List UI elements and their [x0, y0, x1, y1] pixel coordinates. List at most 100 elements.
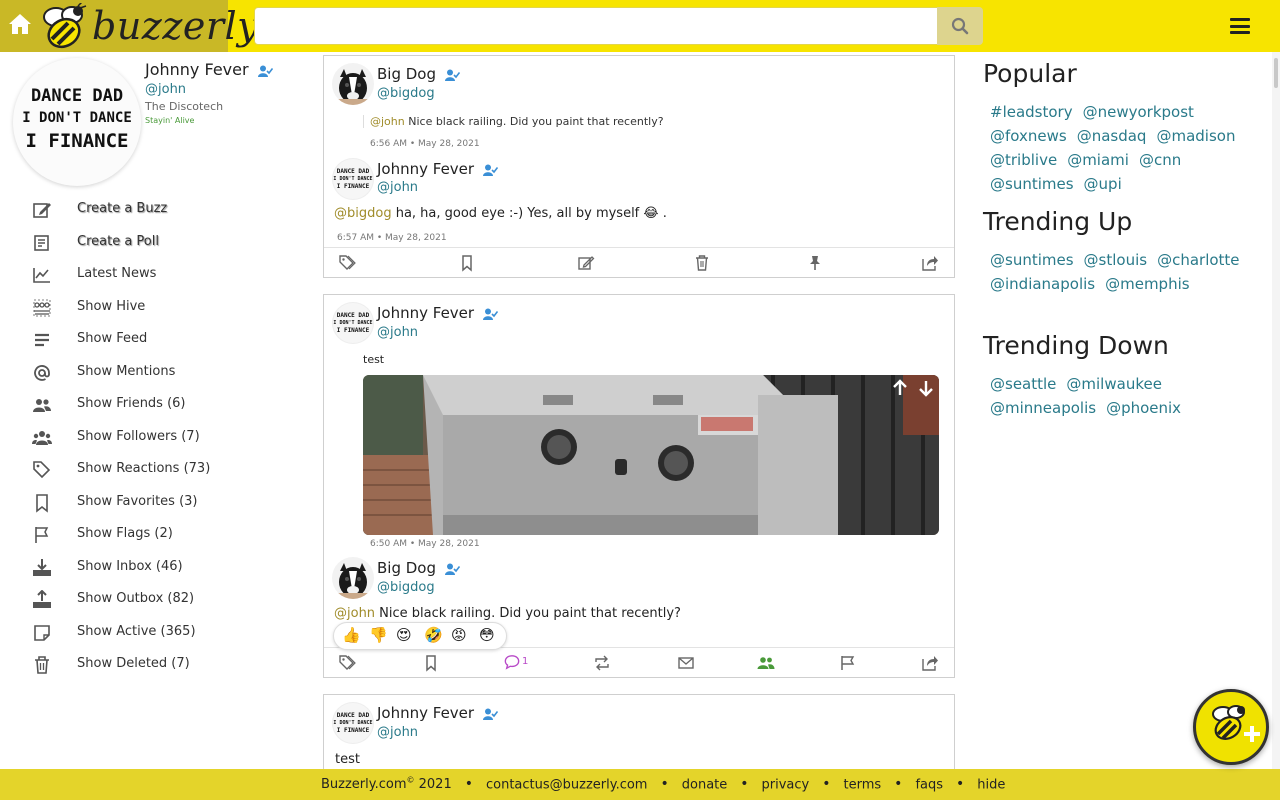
author-handle[interactable]: @john: [377, 725, 418, 740]
sidebar-item-create-buzz[interactable]: Create a Buzz: [30, 196, 290, 229]
footer-link-faqs[interactable]: faqs: [915, 777, 943, 792]
flag-icon[interactable]: [839, 654, 857, 672]
author-name-row[interactable]: Big Dog: [377, 65, 460, 83]
edit-icon[interactable]: [577, 254, 595, 272]
bee-logo-icon[interactable]: [38, 3, 90, 51]
author-name[interactable]: Johnny Fever: [377, 704, 474, 722]
tag-link[interactable]: @newyorkpost: [1083, 100, 1194, 124]
sidebar-item-show-favorites[interactable]: Show Favorites (3): [30, 489, 290, 522]
tag-link[interactable]: @seattle: [990, 372, 1056, 396]
share-icon[interactable]: [921, 254, 939, 272]
hamburger-menu-icon[interactable]: [1230, 18, 1250, 34]
post-image[interactable]: [363, 375, 939, 535]
sidebar-item-show-friends[interactable]: Show Friends (6): [30, 391, 290, 424]
avatar[interactable]: DANCE DAD I DON'T DANCE I FINANCE: [332, 302, 374, 344]
mention-link[interactable]: @john: [370, 115, 405, 128]
author-handle[interactable]: @bigdog: [377, 86, 435, 101]
tags-icon[interactable]: [339, 254, 357, 272]
brand-wordmark[interactable]: buzzerly: [92, 4, 259, 48]
tag-link[interactable]: @triblive: [990, 148, 1057, 172]
sidebar-item-create-poll[interactable]: Create a Poll: [30, 229, 290, 262]
footer-link-donate[interactable]: donate: [682, 777, 728, 792]
rofl-reaction[interactable]: 🤣: [424, 626, 443, 644]
thumbs-up-reaction[interactable]: 👍: [342, 626, 361, 644]
sidebar-item-show-deleted[interactable]: Show Deleted (7): [30, 651, 290, 684]
avatar[interactable]: DANCE DAD I DON'T DANCE I FINANCE: [332, 702, 374, 744]
author-name-row[interactable]: Johnny Fever: [377, 704, 498, 722]
tag-link[interactable]: @suntimes: [990, 172, 1074, 196]
mail-icon[interactable]: [677, 654, 695, 672]
profile-name[interactable]: Johnny Fever: [145, 60, 249, 79]
friends-icon[interactable]: [757, 654, 775, 672]
thumbs-down-reaction[interactable]: 👎: [369, 626, 388, 644]
angry-reaction[interactable]: 😡: [451, 626, 467, 644]
flushed-reaction[interactable]: 😳: [479, 626, 495, 644]
footer-link-contact[interactable]: contactus@buzzerly.com: [486, 777, 648, 792]
mention-link[interactable]: @bigdog: [334, 206, 392, 221]
tag-link[interactable]: @stlouis: [1084, 248, 1148, 272]
trash-icon[interactable]: [693, 254, 711, 272]
author-name[interactable]: Big Dog: [377, 65, 436, 83]
tag-link[interactable]: #leadstory: [990, 100, 1073, 124]
arrow-down-icon[interactable]: [916, 378, 936, 398]
avatar[interactable]: [332, 557, 374, 599]
tag-link[interactable]: @charlotte: [1157, 248, 1239, 272]
sidebar-item-show-feed[interactable]: Show Feed: [30, 326, 290, 359]
profile-avatar[interactable]: DANCE DAD I DON'T DANCE I FINANCE: [13, 58, 141, 186]
create-buzz-fab[interactable]: [1193, 689, 1269, 765]
avatar[interactable]: DANCE DAD I DON'T DANCE I FINANCE: [332, 158, 374, 200]
rebuzz-icon[interactable]: [593, 654, 611, 672]
author-name-row[interactable]: Johnny Fever: [377, 304, 498, 322]
author-name[interactable]: Johnny Fever: [377, 304, 474, 322]
author-name[interactable]: Johnny Fever: [377, 160, 474, 178]
tag-link[interactable]: @foxnews: [990, 124, 1067, 148]
footer-link-privacy[interactable]: privacy: [762, 777, 810, 792]
tag-link[interactable]: @milwaukee: [1066, 372, 1162, 396]
author-handle[interactable]: @john: [377, 325, 418, 340]
search-input[interactable]: [254, 7, 938, 45]
share-icon[interactable]: [921, 654, 939, 672]
sidebar-item-show-active[interactable]: Show Active (365): [30, 619, 290, 652]
search-button[interactable]: [937, 7, 983, 45]
sidebar-item-latest-news[interactable]: Latest News: [30, 261, 290, 294]
tag-link[interactable]: @suntimes: [990, 248, 1074, 272]
tag-link[interactable]: @nasdaq: [1077, 124, 1147, 148]
arrow-up-icon[interactable]: [890, 378, 910, 398]
footer-link-terms[interactable]: terms: [844, 777, 882, 792]
tag-link[interactable]: @upi: [1084, 172, 1122, 196]
sidebar-item-show-inbox[interactable]: Show Inbox (46): [30, 554, 290, 587]
sidebar-item-show-mentions[interactable]: Show Mentions: [30, 359, 290, 392]
scrollbar-thumb[interactable]: [1274, 58, 1278, 88]
bookmark-icon[interactable]: [422, 654, 440, 672]
tag-link[interactable]: @cnn: [1139, 148, 1181, 172]
tag-link[interactable]: @indianapolis: [990, 272, 1095, 296]
bookmark-icon[interactable]: [458, 254, 476, 272]
sidebar-item-show-outbox[interactable]: Show Outbox (82): [30, 586, 290, 619]
sidebar-item-show-reactions[interactable]: Show Reactions (73): [30, 456, 290, 489]
tag-link[interactable]: @memphis: [1105, 272, 1189, 296]
sidebar-item-show-flags[interactable]: Show Flags (2): [30, 521, 290, 554]
author-name-row[interactable]: Johnny Fever: [377, 160, 498, 178]
home-icon[interactable]: [8, 13, 32, 35]
followers-icon: [32, 428, 52, 448]
heart-eyes-reaction[interactable]: 😍: [396, 626, 412, 644]
footer-link-hide[interactable]: hide: [977, 777, 1005, 792]
avatar[interactable]: [332, 63, 374, 105]
tag-link[interactable]: @phoenix: [1106, 396, 1181, 420]
mention-link[interactable]: @john: [334, 606, 375, 621]
sidebar-item-show-followers[interactable]: Show Followers (7): [30, 424, 290, 457]
profile-handle[interactable]: @john: [145, 82, 186, 97]
tag-link[interactable]: @madison: [1156, 124, 1235, 148]
tag-link[interactable]: @miami: [1067, 148, 1129, 172]
pin-icon[interactable]: [806, 254, 824, 272]
author-handle[interactable]: @bigdog: [377, 580, 435, 595]
author-name-row[interactable]: Big Dog: [377, 559, 460, 577]
tags-icon[interactable]: [339, 654, 357, 672]
author-handle[interactable]: @john: [377, 180, 418, 195]
page-scrollbar[interactable]: [1272, 52, 1280, 769]
tag-link[interactable]: @minneapolis: [990, 396, 1096, 420]
profile-name-row[interactable]: Johnny Fever: [145, 60, 273, 79]
comment-button[interactable]: 1: [504, 654, 534, 672]
author-name[interactable]: Big Dog: [377, 559, 436, 577]
sidebar-item-show-hive[interactable]: Show Hive: [30, 294, 290, 327]
